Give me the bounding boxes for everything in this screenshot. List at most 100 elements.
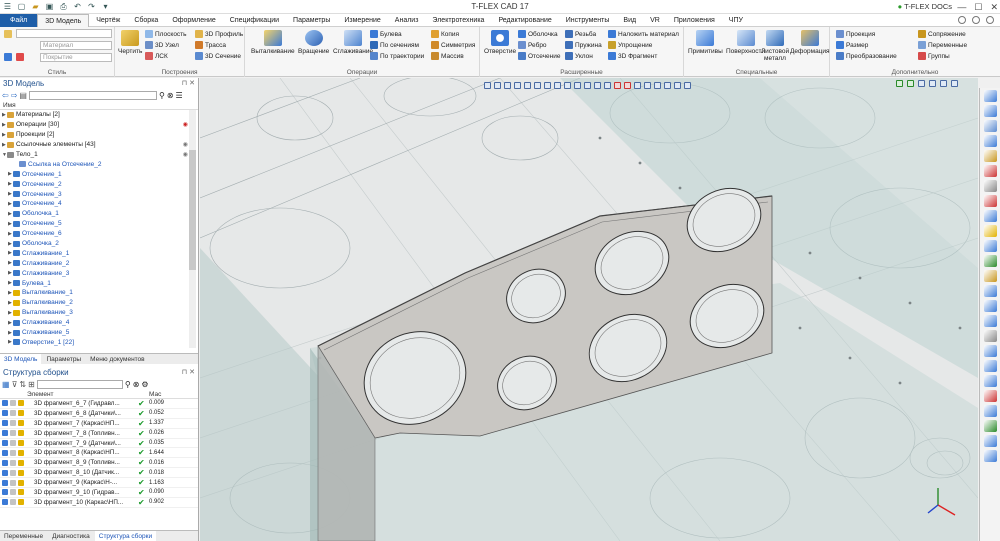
tree-item[interactable]: ▶ Булева_1: [0, 278, 198, 288]
view-snap-icon[interactable]: [504, 81, 511, 89]
menu-tab[interactable]: Спецификации: [223, 14, 286, 27]
assembly-row[interactable]: 3D фрагмент_10 (Каркас\НП... ✔ 0.902: [0, 498, 198, 508]
menu-tab[interactable]: Вид: [616, 14, 643, 27]
by-path-button[interactable]: По траектории: [370, 52, 424, 60]
tree-item[interactable]: ▶ Материалы [2]: [0, 110, 198, 120]
array-button[interactable]: Массив: [431, 52, 464, 60]
groups-button[interactable]: Группы: [918, 52, 950, 60]
asm-tree-icon[interactable]: ⊞: [28, 380, 35, 389]
right-tool-icon[interactable]: [983, 360, 997, 372]
view-body-icon[interactable]: [534, 81, 541, 89]
right-tool-icon[interactable]: [983, 315, 997, 327]
tree-item[interactable]: ▶ Отсечение_1: [0, 169, 198, 179]
asm-sort-icon[interactable]: ⇅: [19, 380, 26, 389]
assembly-row[interactable]: 3D фрагмент_6_8 (Датчики\... ✔ 0.052: [0, 409, 198, 419]
right-tool-icon[interactable]: [983, 90, 997, 102]
assembly-row[interactable]: 3D фрагмент_7_9 (Датчики\... ✔ 0.035: [0, 439, 198, 449]
tree-item[interactable]: ▶ Отсечение_2: [0, 179, 198, 189]
draft-button[interactable]: Уклон: [565, 52, 593, 60]
collapse-icon[interactable]: [986, 16, 994, 24]
tree-item[interactable]: ▶ Отсечение_4: [0, 199, 198, 209]
right-tool-icon[interactable]: [983, 225, 997, 237]
menu-tab[interactable]: VR: [643, 14, 667, 27]
view-cube2-icon[interactable]: [644, 81, 651, 89]
draw-button[interactable]: Чертить: [118, 30, 142, 55]
view-thread-icon[interactable]: [594, 81, 601, 89]
search-icon[interactable]: ⚲: [159, 91, 165, 100]
assembly-row[interactable]: 3D фрагмент_7 (Каркас\НП... ✔ 1.337: [0, 419, 198, 429]
tree-item[interactable]: ▼ Тело_1 ◉: [0, 150, 198, 160]
simplify-button[interactable]: Упрощение: [608, 41, 652, 49]
asm-funnel-icon[interactable]: ⊽: [12, 380, 18, 389]
tree-item[interactable]: ▶ Выталкивание_3: [0, 308, 198, 318]
asm-settings-icon[interactable]: ⚙: [141, 380, 148, 389]
primitives-button[interactable]: Примитивы: [688, 30, 723, 55]
info-icon[interactable]: [972, 16, 980, 24]
view-more-icon[interactable]: [684, 81, 691, 89]
tree-item[interactable]: Ссылка на Отсечение_2: [0, 159, 198, 169]
right-tool-icon[interactable]: [983, 240, 997, 252]
right-tool-icon[interactable]: [983, 300, 997, 312]
assembly-search-input[interactable]: [36, 379, 123, 389]
view-select-icon[interactable]: [494, 81, 501, 89]
right-tool-icon[interactable]: [983, 255, 997, 267]
mating-button[interactable]: Сопряжение: [918, 30, 966, 38]
menu-tab[interactable]: Оформление: [165, 14, 222, 27]
cut-button[interactable]: Отсечение: [518, 52, 560, 60]
assembly-row[interactable]: 3D фрагмент_8_9 (Топливн... ✔ 0.016: [0, 458, 198, 469]
right-tool-icon[interactable]: [983, 390, 997, 402]
list-options-icon[interactable]: ☰: [176, 91, 183, 100]
right-tool-icon[interactable]: [983, 420, 997, 432]
check-icon[interactable]: [896, 80, 903, 87]
layer-icon[interactable]: [4, 30, 12, 38]
maximize-icon[interactable]: ☐: [974, 2, 982, 13]
model-search-input[interactable]: [28, 90, 157, 100]
panel-tab[interactable]: 3D Модель: [0, 354, 42, 364]
box-icon[interactable]: [929, 80, 936, 87]
menu-tab[interactable]: Файл: [0, 13, 38, 27]
right-tool-icon[interactable]: [983, 435, 997, 447]
panel-tab[interactable]: Структура сборки: [94, 531, 157, 541]
menu-tab[interactable]: Сборка: [127, 14, 165, 27]
transform-button[interactable]: Преобразование: [836, 52, 897, 60]
tree-item[interactable]: ▶ Выталкивание_1: [0, 288, 198, 298]
shade-icon[interactable]: [940, 80, 947, 87]
path-button[interactable]: Трасса: [195, 41, 226, 49]
right-tool-icon[interactable]: [983, 195, 997, 207]
spring-button[interactable]: Пружина: [565, 41, 602, 49]
tree-item[interactable]: ▶ Ссылочные элементы [43] ◉: [0, 140, 198, 150]
model-tree-scrollbar[interactable]: [189, 110, 196, 348]
assembly-row[interactable]: 3D фрагмент_9 (Каркас\Н-... ✔ 1.163: [0, 478, 198, 489]
tree-item[interactable]: ▶ Сглаживание_2: [0, 258, 198, 268]
filter-icon[interactable]: ▤: [19, 91, 27, 100]
visibility-eye-icon[interactable]: ◉: [183, 121, 188, 128]
assembly-row[interactable]: 3D фрагмент_8_10 (Датчик... ✔ 0.018: [0, 468, 198, 479]
visibility-eye-icon[interactable]: ◉: [183, 141, 188, 148]
help-icon[interactable]: [958, 16, 966, 24]
expand-icon[interactable]: [951, 80, 958, 87]
dimension-button[interactable]: Размер: [836, 41, 868, 49]
tree-item[interactable]: ▶ Сглаживание_1: [0, 248, 198, 258]
view-axis-icon[interactable]: [554, 81, 561, 89]
right-tool-icon[interactable]: [983, 330, 997, 342]
right-tool-icon[interactable]: [983, 345, 997, 357]
right-tool-icon[interactable]: [983, 135, 997, 147]
tree-item[interactable]: ▶ Оболочка_2: [0, 239, 198, 249]
tree-item[interactable]: ▶ Сглаживание_4: [0, 318, 198, 328]
node-button[interactable]: 3D Узел: [145, 41, 179, 49]
right-tool-icon[interactable]: [983, 450, 997, 462]
deform-button[interactable]: Деформация: [790, 30, 830, 55]
menu-tab[interactable]: Электротехника: [425, 14, 491, 27]
symmetry-button[interactable]: Симметрия: [431, 41, 475, 49]
smooth-button[interactable]: Сглаживание: [333, 30, 373, 55]
view-dim-icon[interactable]: [604, 81, 611, 89]
view-filter-icon[interactable]: [484, 81, 491, 89]
visibility-eye-icon[interactable]: ◉: [183, 151, 188, 158]
menu-tab[interactable]: Параметры: [286, 14, 337, 27]
panel-tab[interactable]: Диагностика: [48, 531, 94, 541]
right-tool-icon[interactable]: [983, 165, 997, 177]
right-tool-icon[interactable]: [983, 375, 997, 387]
view-plane-icon[interactable]: [564, 81, 571, 89]
tflex-docs-label[interactable]: ● T-FLEX DOCs: [898, 2, 952, 11]
copy-button[interactable]: Копия: [431, 30, 459, 38]
